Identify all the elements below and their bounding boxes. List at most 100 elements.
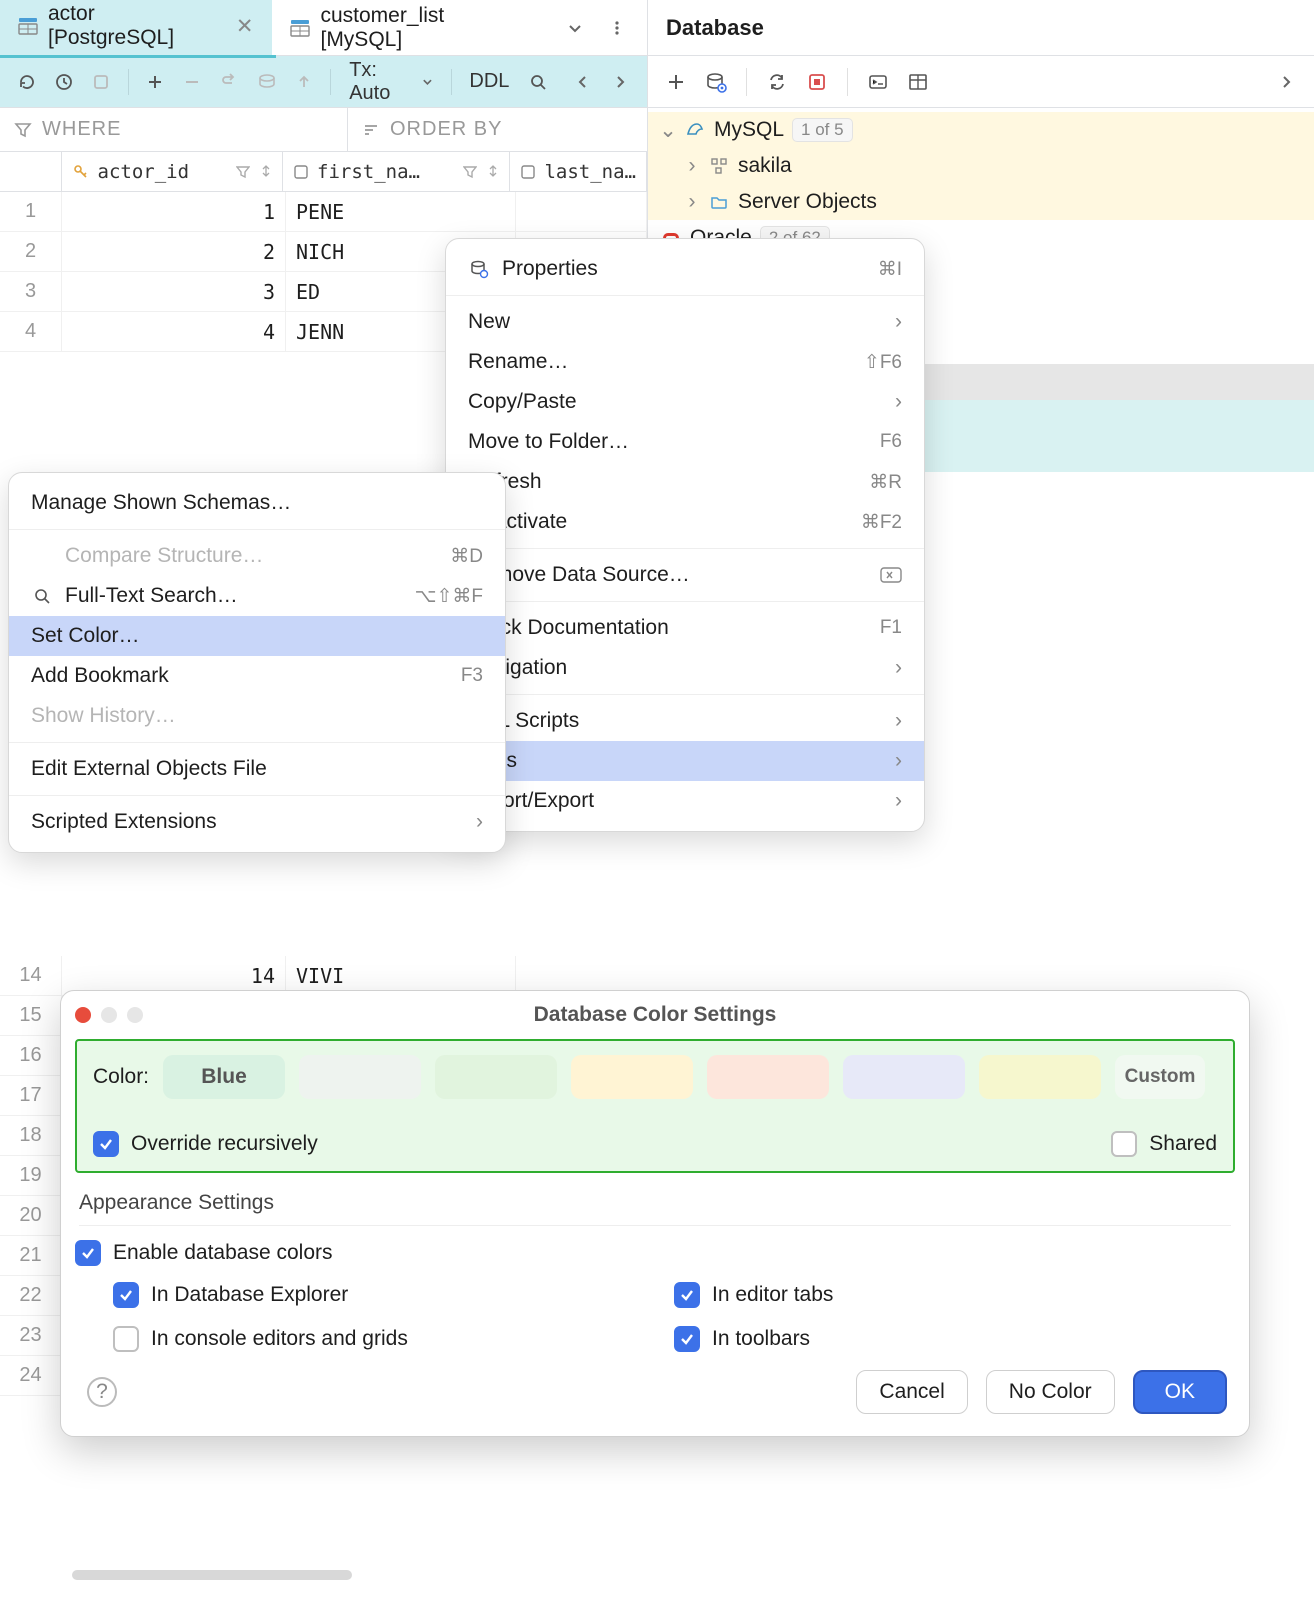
- checkbox-enable-db-colors[interactable]: [75, 1240, 101, 1266]
- tab-actor[interactable]: actor [PostgreSQL] ✕: [0, 0, 272, 55]
- context-menu-tools: Manage Shown Schemas… Compare Structure……: [8, 472, 506, 853]
- table-row[interactable]: 1 1 PENE: [0, 192, 647, 232]
- row-number: 18: [0, 1116, 62, 1156]
- menu-item-properties[interactable]: Properties ⌘I: [446, 249, 924, 289]
- refresh-icon[interactable]: [12, 66, 41, 98]
- menu-item-navigation[interactable]: Navigation›: [446, 648, 924, 688]
- column-first-name[interactable]: first_na…: [283, 152, 510, 191]
- checkbox-in-toolbars[interactable]: [674, 1326, 700, 1352]
- color-swatch[interactable]: [571, 1055, 693, 1099]
- row-number: 19: [0, 1156, 62, 1196]
- tx-mode[interactable]: Tx: Auto: [343, 59, 438, 105]
- tree-node-sakila[interactable]: › sakila: [648, 148, 1314, 184]
- open-console-icon[interactable]: [862, 66, 894, 98]
- tree-label: sakila: [738, 154, 792, 178]
- checkbox-in-console[interactable]: [113, 1326, 139, 1352]
- cell-actor-id[interactable]: 1: [62, 192, 286, 231]
- chevron-down-icon: ⌄: [660, 118, 676, 143]
- search-icon[interactable]: [523, 66, 552, 98]
- tree-label: Server Objects: [738, 190, 877, 214]
- cell-actor-id[interactable]: 4: [62, 312, 286, 351]
- cell-actor-id[interactable]: 3: [62, 272, 286, 311]
- prev-page-icon[interactable]: [569, 66, 598, 98]
- where-filter[interactable]: WHERE: [0, 108, 348, 151]
- tree-node-server-objects[interactable]: › Server Objects: [648, 184, 1314, 220]
- row-number: 15: [0, 996, 62, 1036]
- column-actor-id[interactable]: actor_id: [62, 152, 284, 191]
- menu-item-manage-schemas[interactable]: Manage Shown Schemas…: [9, 483, 505, 523]
- menu-item-compare-structure: Compare Structure…⌘D: [9, 536, 505, 576]
- cell-first-name[interactable]: PENE: [286, 192, 516, 231]
- cell-actor-id[interactable]: 2: [62, 232, 286, 271]
- menu-item-add-bookmark[interactable]: Add BookmarkF3: [9, 656, 505, 696]
- menu-item-edit-external-objects[interactable]: Edit External Objects File: [9, 749, 505, 789]
- color-swatch[interactable]: [299, 1055, 421, 1099]
- more-icon[interactable]: [1270, 66, 1302, 98]
- commit-icon: [252, 66, 281, 98]
- menu-item-import-export[interactable]: Import/Export›: [446, 781, 924, 821]
- menu-item-refresh[interactable]: Refresh⌘R: [446, 462, 924, 502]
- row-number: 22: [0, 1276, 62, 1316]
- kebab-icon[interactable]: [601, 12, 633, 44]
- filter-icon[interactable]: [463, 165, 477, 179]
- color-swatch[interactable]: [979, 1055, 1101, 1099]
- menu-item-rename[interactable]: Rename…⇧F6: [446, 342, 924, 382]
- search-icon: [31, 585, 53, 607]
- dialog-color-settings: Database Color Settings Color: Blue Cust…: [60, 990, 1250, 1437]
- tree-node-mysql[interactable]: ⌄ MySQL 1 of 5: [648, 112, 1314, 148]
- history-icon[interactable]: [49, 66, 78, 98]
- sort-icon[interactable]: [487, 165, 499, 177]
- color-swatch[interactable]: [435, 1055, 557, 1099]
- checkbox-label: Shared: [1149, 1132, 1217, 1156]
- section-title: Appearance Settings: [79, 1191, 1231, 1215]
- checkbox-in-editor-tabs[interactable]: [674, 1282, 700, 1308]
- menu-item-remove-data-source[interactable]: Remove Data Source…: [446, 555, 924, 595]
- color-swatch[interactable]: [843, 1055, 965, 1099]
- next-page-icon[interactable]: [606, 66, 635, 98]
- menu-item-scripted-extensions[interactable]: Scripted Extensions›: [9, 802, 505, 842]
- help-button[interactable]: ?: [87, 1377, 117, 1407]
- tab-customer-list[interactable]: customer_list [MySQL]: [272, 0, 545, 55]
- menu-item-full-text-search[interactable]: Full-Text Search…⌥⇧⌘F: [9, 576, 505, 616]
- window-close-icon[interactable]: [75, 1007, 91, 1023]
- menu-item-set-color[interactable]: Set Color…: [9, 616, 505, 656]
- menu-item-sql-scripts[interactable]: SQL Scripts›: [446, 701, 924, 741]
- row-number: 14: [0, 956, 62, 996]
- menu-item-new[interactable]: New›: [446, 302, 924, 342]
- table-icon: [18, 16, 38, 36]
- remove-row-icon: [178, 66, 207, 98]
- cancel-button[interactable]: Cancel: [856, 1370, 967, 1414]
- row-number: 23: [0, 1316, 62, 1356]
- orderby-filter[interactable]: ORDER BY: [348, 108, 516, 151]
- chevron-down-icon[interactable]: [559, 12, 591, 44]
- close-icon[interactable]: ✕: [236, 14, 254, 39]
- add-datasource-icon[interactable]: [660, 66, 692, 98]
- color-swatch-blue[interactable]: Blue: [163, 1055, 285, 1099]
- menu-item-quick-documentation[interactable]: Quick DocumentationF1: [446, 608, 924, 648]
- color-swatch[interactable]: [707, 1055, 829, 1099]
- ddl-button[interactable]: DDL: [463, 70, 515, 93]
- menu-item-tools[interactable]: Tools›: [446, 741, 924, 781]
- table-view-icon[interactable]: [902, 66, 934, 98]
- sync-icon[interactable]: [761, 66, 793, 98]
- checkbox-in-explorer[interactable]: [113, 1282, 139, 1308]
- add-row-icon[interactable]: [140, 66, 169, 98]
- menu-item-move-to-folder[interactable]: Move to Folder…F6: [446, 422, 924, 462]
- cell-last-name[interactable]: [516, 192, 647, 231]
- row-number: 20: [0, 1196, 62, 1236]
- checkbox-override-recursively[interactable]: [93, 1131, 119, 1157]
- column-last-name[interactable]: last_na…: [510, 152, 647, 191]
- ok-button[interactable]: OK: [1133, 1370, 1227, 1414]
- menu-item-copy-paste[interactable]: Copy/Paste›: [446, 382, 924, 422]
- datasource-properties-icon[interactable]: [700, 66, 732, 98]
- horizontal-scrollbar[interactable]: [72, 1570, 352, 1580]
- color-custom-button[interactable]: Custom: [1115, 1055, 1205, 1099]
- menu-item-deactivate[interactable]: Deactivate⌘F2: [446, 502, 924, 542]
- stop-connection-icon[interactable]: [801, 66, 833, 98]
- row-number: 24: [0, 1356, 62, 1396]
- no-color-button[interactable]: No Color: [986, 1370, 1115, 1414]
- checkbox-shared[interactable]: [1111, 1131, 1137, 1157]
- filter-icon[interactable]: [236, 165, 250, 179]
- checkbox-label: In editor tabs: [712, 1283, 833, 1307]
- sort-icon[interactable]: [260, 165, 272, 177]
